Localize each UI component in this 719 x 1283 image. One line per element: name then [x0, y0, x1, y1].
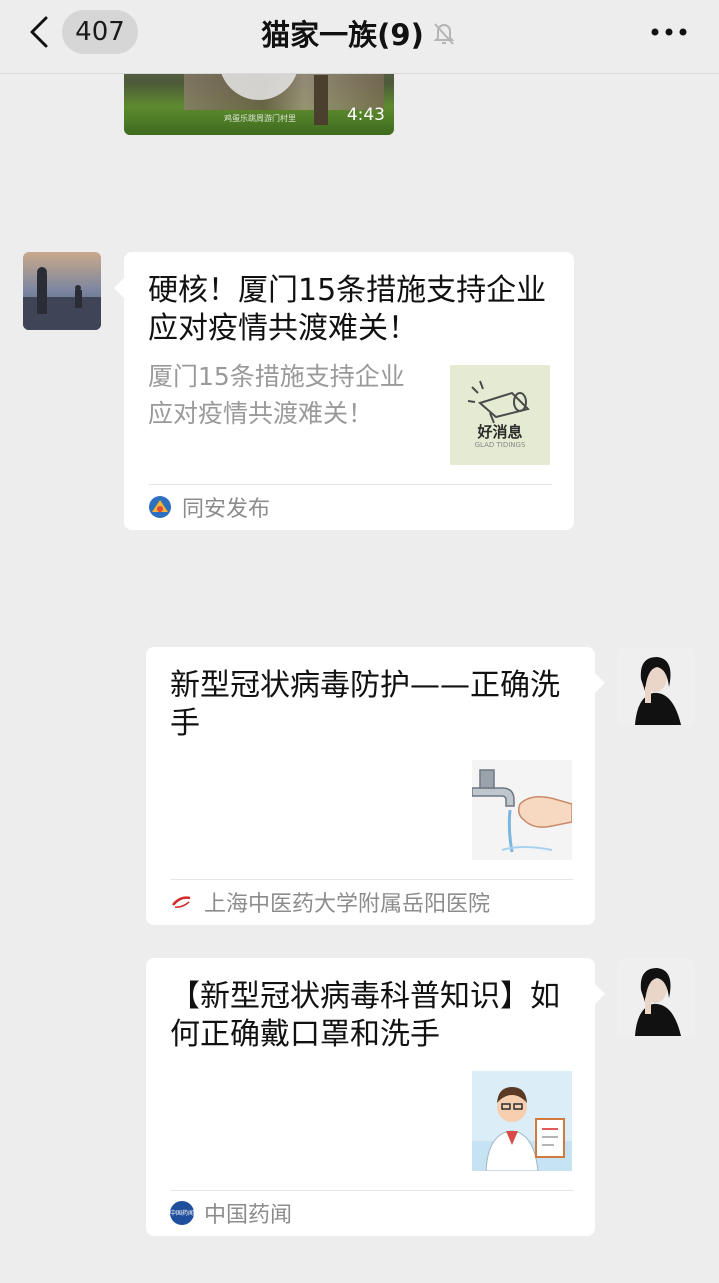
card-source: 中国药闻 中国药闻 [170, 1199, 293, 1228]
card-thumbnail: 好消息 GLAD TIDINGS [450, 365, 550, 465]
thumbnail-text: 好消息 [477, 423, 523, 441]
card-divider [148, 484, 552, 485]
chat-title-group: 猫家一族(9) [0, 12, 719, 54]
chat-header: 407 猫家一族(9) [0, 0, 719, 74]
my-avatar[interactable] [617, 647, 695, 725]
source-logo-icon [149, 496, 171, 518]
card-thumbnail [472, 760, 572, 860]
video-thumbnail-tree [314, 75, 328, 125]
source-name: 中国药闻 [204, 1203, 293, 1228]
link-card[interactable]: 新型冠状病毒防护——正确洗手 上海中医药大学附属岳阳医院 [146, 647, 605, 925]
source-name: 同安发布 [182, 497, 271, 522]
sender-avatar[interactable] [23, 252, 101, 330]
link-card[interactable]: 【新型冠状病毒科普知识】如何正确戴口罩和洗手 中国药闻 中国药闻 [146, 958, 605, 1236]
bubble-tail [114, 278, 124, 298]
hospital-logo-icon [172, 896, 191, 908]
card-source: 上海中医药大学附属岳阳医院 [170, 888, 491, 917]
more-options-icon[interactable] [649, 22, 689, 42]
megaphone-icon [450, 365, 550, 465]
card-thumbnail [472, 1071, 572, 1171]
chat-title: 猫家一族(9) [261, 18, 424, 52]
faucet-handwashing-icon [472, 760, 572, 860]
my-avatar[interactable] [617, 958, 695, 1036]
card-divider [170, 1190, 573, 1191]
link-card[interactable]: 硬核！厦门15条措施支持企业应对疫情共渡难关！ 厦门15条措施支持企业应对疫情共… [114, 252, 574, 530]
card-divider [170, 879, 573, 880]
card-title: 新型冠状病毒防护——正确洗手 [170, 668, 560, 741]
bubble-tail [595, 673, 605, 693]
card-source: 同安发布 [148, 493, 271, 522]
video-duration: 4:43 [346, 105, 385, 125]
source-logo-icon: 中国药闻 [170, 1201, 194, 1225]
card-title: 【新型冠状病毒科普知识】如何正确戴口罩和洗手 [170, 979, 560, 1052]
source-name: 上海中医药大学附属岳阳医院 [204, 892, 491, 917]
doctor-icon [472, 1071, 572, 1171]
mute-bell-icon [433, 23, 455, 45]
video-caption: 鸡蛋乐跳周游门村里 [224, 114, 296, 123]
bubble-tail [595, 984, 605, 1004]
thumbnail-subtext: GLAD TIDINGS [474, 441, 526, 449]
card-description: 厦门15条措施支持企业应对疫情共渡难关！ [148, 362, 405, 428]
card-title: 硬核！厦门15条措施支持企业应对疫情共渡难关！ [148, 273, 547, 346]
